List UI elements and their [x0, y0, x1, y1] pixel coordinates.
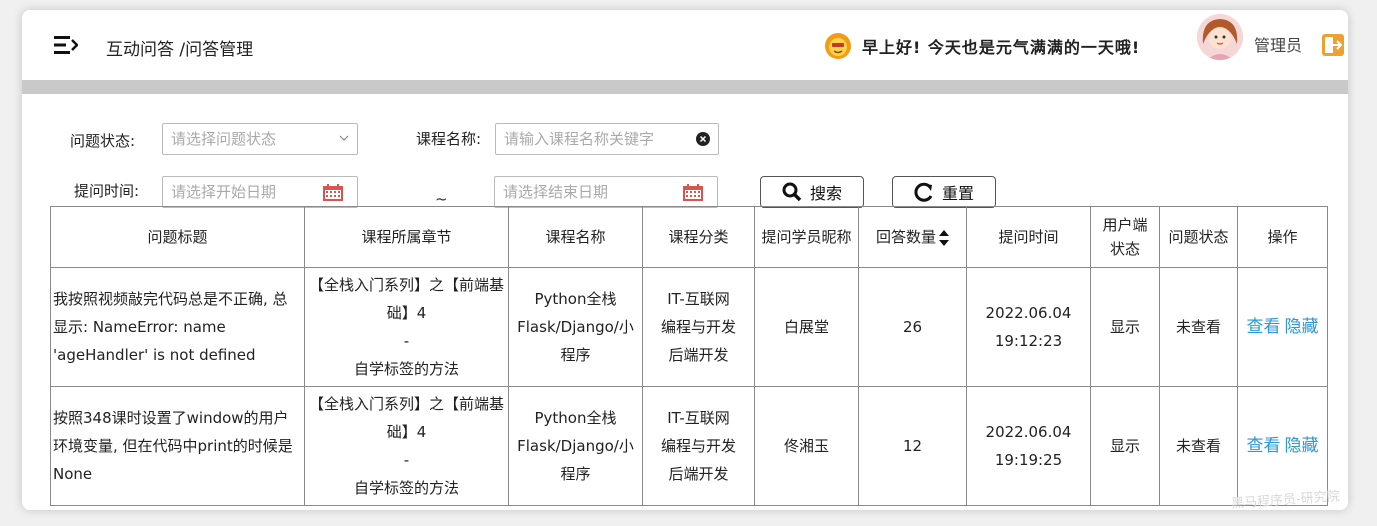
category-cell: IT-互联网 编程与开发 后端开发: [642, 267, 755, 387]
table-row: 我按照视频敲完代码总是不正确, 总显示: NameError: name 'ag…: [50, 267, 1328, 387]
course-label: 课程名称:: [416, 130, 482, 148]
question-title: 我按照视频敲完代码总是不正确, 总显示: NameError: name 'ag…: [50, 267, 305, 387]
status-cell: 未查看: [1159, 386, 1238, 506]
answers-cell: 12: [858, 386, 967, 506]
student-cell: 白展堂: [754, 267, 859, 387]
main-content: 问题状态: 请选择问题状态 课程名称: 请输入课程名称关键字 提问时间: 请选择…: [40, 94, 1348, 510]
client-status-cell: 显示: [1090, 267, 1160, 387]
view-link[interactable]: 查看: [1247, 317, 1281, 337]
logout-icon[interactable]: [1320, 32, 1346, 58]
status-cell: 未查看: [1159, 267, 1238, 387]
greeting-area: 早上好! 今天也是元气满满的一天哦!: [824, 32, 1140, 60]
avatar[interactable]: [1197, 14, 1243, 60]
student-cell: 佟湘玉: [754, 386, 859, 506]
course-placeholder: 请输入课程名称关键字: [504, 130, 655, 148]
column-header-answers[interactable]: 回答数量: [858, 206, 967, 268]
refresh-icon: [914, 182, 933, 202]
actions-cell: 查看 隐藏: [1237, 267, 1328, 387]
client-status-cell: 显示: [1090, 386, 1160, 506]
column-header: 课程分类: [642, 206, 755, 268]
status-placeholder: 请选择问题状态: [171, 130, 277, 148]
question-title: 按照348课时设置了window的用户环境变量, 但在代码中print的时候是N…: [50, 386, 305, 506]
start-date-placeholder: 请选择开始日期: [171, 183, 277, 201]
search-button-label: 搜索: [809, 184, 842, 203]
avatar-image: [1197, 14, 1243, 60]
table-row: 按照348课时设置了window的用户环境变量, 但在代码中print的时候是N…: [50, 386, 1328, 506]
user-name[interactable]: 管理员: [1254, 32, 1302, 56]
column-header: 用户端状态: [1090, 206, 1160, 268]
column-header: 操作: [1237, 206, 1328, 268]
column-header: 问题标题: [50, 206, 305, 268]
status-label: 问题状态:: [70, 132, 136, 150]
course-cell: Python全栈Flask/Django/小程序: [508, 386, 643, 506]
search-button[interactable]: 搜索: [760, 176, 864, 208]
answers-cell: 26: [858, 267, 967, 387]
end-date-input[interactable]: 请选择结束日期: [494, 176, 718, 208]
hide-link[interactable]: 隐藏: [1285, 317, 1319, 337]
time-label: 提问时间:: [74, 182, 140, 200]
header-divider: [22, 80, 1348, 94]
question-table: 问题标题 课程所属章节 课程名称 课程分类 提问学员昵称 回答数量 提问时间 用…: [50, 206, 1328, 506]
column-header: 提问学员昵称: [754, 206, 859, 268]
reset-button[interactable]: 重置: [892, 176, 996, 208]
course-cell: Python全栈Flask/Django/小程序: [508, 267, 643, 387]
sort-icon[interactable]: [939, 229, 949, 247]
calendar-icon: [683, 184, 703, 201]
chevron-down-icon: [339, 135, 349, 141]
view-link[interactable]: 查看: [1247, 436, 1281, 456]
column-header: 提问时间: [966, 206, 1091, 268]
calendar-icon: [323, 184, 343, 201]
chapter-cell: 【全栈入门系列】之【前端基础】4 - 自学标签的方法: [304, 386, 509, 506]
end-date-placeholder: 请选择结束日期: [503, 183, 609, 201]
reset-button-label: 重置: [941, 184, 974, 203]
column-header: 课程名称: [508, 206, 643, 268]
table-header-row: 问题标题 课程所属章节 课程名称 课程分类 提问学员昵称 回答数量 提问时间 用…: [50, 206, 1328, 268]
app-window: 互动问答 /问答管理 早上好! 今天也是元气满满的一天哦! 管理员 问题状态: …: [22, 10, 1348, 510]
hide-link[interactable]: 隐藏: [1285, 436, 1319, 456]
time-cell: 2022.06.04 19:12:23: [966, 267, 1091, 387]
sun-face-icon: [825, 33, 851, 59]
greeting-text: 早上好! 今天也是元气满满的一天哦!: [862, 38, 1141, 57]
chapter-cell: 【全栈入门系列】之【前端基础】4 - 自学标签的方法: [304, 267, 509, 387]
course-search-input[interactable]: 请输入课程名称关键字: [495, 123, 719, 155]
category-cell: IT-互联网 编程与开发 后端开发: [642, 386, 755, 506]
status-select[interactable]: 请选择问题状态: [162, 123, 358, 155]
menu-toggle-icon[interactable]: [54, 35, 78, 55]
breadcrumb: 互动问答 /问答管理: [106, 40, 254, 60]
column-header-label: 回答数量: [875, 228, 936, 246]
column-header: 课程所属章节: [304, 206, 509, 268]
time-cell: 2022.06.04 19:19:25: [966, 386, 1091, 506]
column-header: 问题状态: [1159, 206, 1238, 268]
clear-icon[interactable]: [696, 132, 710, 146]
top-bar: 互动问答 /问答管理 早上好! 今天也是元气满满的一天哦! 管理员: [22, 10, 1348, 80]
search-icon: [782, 182, 802, 202]
start-date-input[interactable]: 请选择开始日期: [162, 176, 358, 208]
